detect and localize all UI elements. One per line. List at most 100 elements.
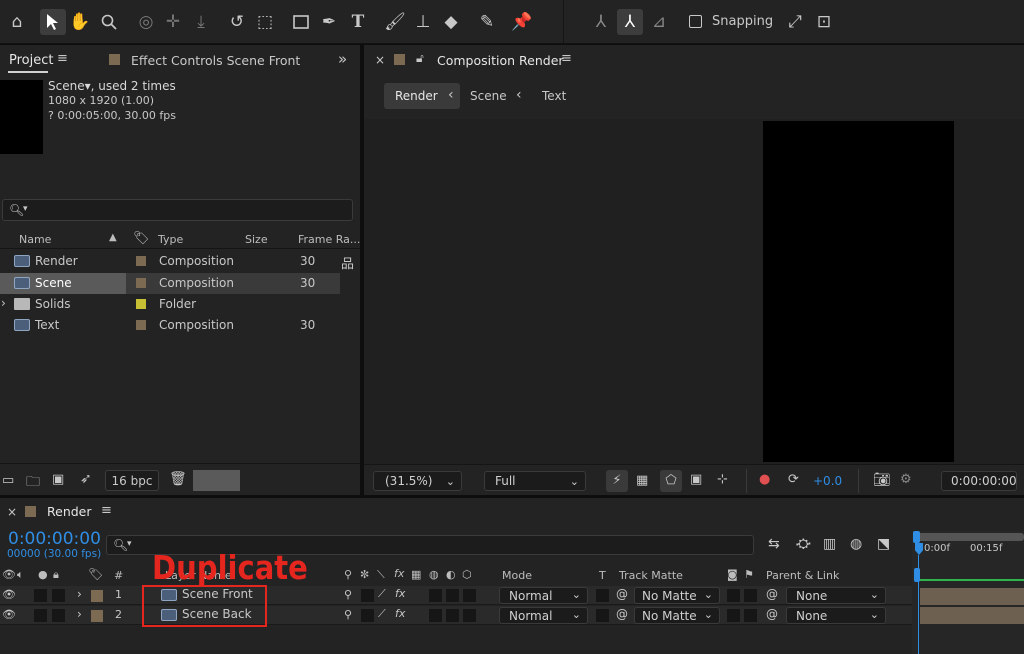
snap-edges-icon[interactable]: ⊡ [811,9,837,35]
matte-flag-icon[interactable]: ⚑ [744,568,754,581]
project-item-render[interactable]: Render Composition 30 [0,251,340,272]
audio-icon[interactable]: 🔈︎ [17,568,24,582]
dolly-camera-icon[interactable]: ⤓ [188,9,214,35]
snap-options-icon[interactable]: ⤢ [782,9,808,35]
guides-grid-icon[interactable]: ⊹ [717,472,728,487]
3d-layer-toggle[interactable] [463,609,476,622]
new-folder-icon[interactable]: 🗀 [26,471,40,495]
parent-pickwhip-icon[interactable]: @ [766,587,778,601]
reset-exposure-icon[interactable]: ⟳ [788,472,799,487]
shy-switch-icon[interactable]: ⚲ [344,588,352,601]
sort-ascending-icon[interactable]: ▲ [109,232,117,243]
composition-flowchart-icon[interactable]: ⇆ [768,536,780,552]
label-swatch[interactable] [136,256,146,266]
snapping-checkbox[interactable] [689,15,702,28]
panel-menu-icon[interactable]: ≡ [101,503,112,518]
3d-layer-toggle[interactable] [463,589,476,602]
effect-switch-icon[interactable]: fx [394,567,404,580]
expand-arrow-icon[interactable]: › [77,587,82,601]
panel-menu-icon[interactable]: ≡ [57,51,68,66]
channel-color-icon[interactable]: ● [759,472,770,487]
shy-switch-icon[interactable]: ⚲ [344,568,352,581]
panel-overflow-icon[interactable]: » [338,50,347,68]
pan-behind-tool-icon[interactable]: ⬚ [252,9,278,35]
trash-icon[interactable]: 🗑 [169,471,187,487]
tab-effect-controls[interactable]: Effect Controls Scene Front [131,53,300,68]
video-visibility-icon[interactable]: 👁︎ [2,588,16,601]
clone-stamp-tool-icon[interactable]: ⊥ [410,9,436,35]
breadcrumb-text[interactable]: Text [542,89,566,103]
project-search-input[interactable]: 🔍︎ ▾ [2,199,353,221]
close-icon[interactable]: × [375,53,385,67]
home-icon[interactable]: ⌂ [4,9,30,35]
render-queue-icon[interactable]: ➶ [80,471,92,487]
work-area-bar[interactable] [914,533,1024,541]
mask-visibility-icon[interactable]: ⬠ [660,470,682,492]
show-snapshot-icon[interactable]: ⚙ [900,472,912,487]
pan-camera-icon[interactable]: ✛ [160,9,186,35]
layer-bar-scene-front[interactable] [920,588,1024,605]
motion-blur-switch-icon[interactable]: ◍ [429,568,439,581]
puppet-pin-tool-icon[interactable]: 📌 [509,9,535,35]
project-item-scene[interactable]: Scene Composition 30 [0,273,340,294]
label-column-icon[interactable]: 🏷︎ [133,231,150,246]
layer-row-1[interactable]: 👁︎ › 1 Scene Front ⚲ ⟋ fx Normal ⌄ @ No … [0,586,912,605]
eraser-tool-icon[interactable]: ◆ [438,9,464,35]
lock-toggle[interactable] [52,589,65,602]
resolution-dropdown[interactable]: Full ⌄ [484,471,586,491]
panel-menu-icon[interactable]: ≡ [561,51,572,66]
roto-brush-tool-icon[interactable]: ✎ [474,9,500,35]
project-item-text[interactable]: Text Composition 30 [0,315,340,336]
motion-blur-icon[interactable]: ◍ [850,536,862,552]
flowchart-icon[interactable]: 品 [341,253,354,272]
label-swatch[interactable] [136,299,146,309]
pen-tool-icon[interactable]: ✒ [316,9,342,35]
adjustment-layer-switch-icon[interactable]: ◐ [446,568,456,581]
lock-icon[interactable]: 🔓︎ [416,51,424,66]
motion-blur-toggle[interactable] [429,609,442,622]
parent-pickwhip-icon[interactable]: @ [766,607,778,621]
effect-switch-icon[interactable]: fx [395,587,405,600]
draft-3d-icon[interactable]: ⛮ [796,536,811,552]
solo-toggle[interactable] [34,589,47,602]
quality-switch-icon[interactable]: ⟍ [377,568,385,582]
layer-row-2[interactable]: 👁︎ › 2 Scene Back ⚲ ⟋ fx Normal ⌄ @ No M… [0,606,912,625]
pickwhip-icon[interactable]: @ [616,607,628,621]
exposure-value[interactable]: +0.0 [813,474,842,488]
adjustment-toggle[interactable] [446,609,459,622]
column-name[interactable]: Name [19,233,51,246]
region-of-interest-icon[interactable]: ▣ [690,472,702,487]
interpret-footage-icon[interactable]: ▭ [2,473,14,488]
snapshot-camera-icon[interactable]: 📷︎ [873,472,891,488]
hand-tool-icon[interactable]: ✋ [67,9,93,35]
world-axis-mode-icon[interactable]: ⅄ [617,9,643,35]
pickwhip-icon[interactable]: @ [616,587,628,601]
label-column-icon[interactable]: 🏷︎ [88,567,103,581]
mode-dropdown[interactable]: Normal ⌄ [499,607,588,624]
type-tool-icon[interactable]: T [345,9,371,35]
mode-dropdown[interactable]: Normal ⌄ [499,587,588,604]
lock-icon[interactable]: 🔒︎ [53,568,59,582]
frame-blending-icon[interactable]: ▥ [823,536,836,552]
breadcrumb-scene[interactable]: Scene [470,89,507,103]
rectangle-tool-icon[interactable] [288,9,314,35]
effect-switch-icon[interactable]: fx [395,607,405,620]
local-axis-mode-icon[interactable]: ⅄ [588,9,614,35]
selection-tool-icon[interactable] [40,9,66,35]
lock-toggle[interactable] [52,609,65,622]
solo-icon[interactable]: ● [38,568,48,581]
label-swatch[interactable] [136,278,146,288]
collapse-toggle[interactable] [361,609,374,622]
new-composition-icon[interactable]: ▣ [52,472,64,487]
transparency-grid-icon[interactable]: ▦ [636,473,648,488]
matte-toggle[interactable] [727,589,740,602]
viewer-canvas[interactable] [364,119,1024,464]
bit-depth-button[interactable]: 16 bpc [105,470,159,491]
preserve-transparency-toggle[interactable] [596,589,609,602]
matte-invert-toggle[interactable] [744,609,757,622]
fast-previews-icon[interactable]: ⚡︎ [606,470,628,492]
project-item-solids[interactable]: › Solids Folder [0,294,340,315]
breadcrumb-render[interactable]: Render ‹ [384,83,460,109]
playhead[interactable] [915,543,923,555]
magnification-dropdown[interactable]: (31.5%) ⌄ [373,471,462,491]
